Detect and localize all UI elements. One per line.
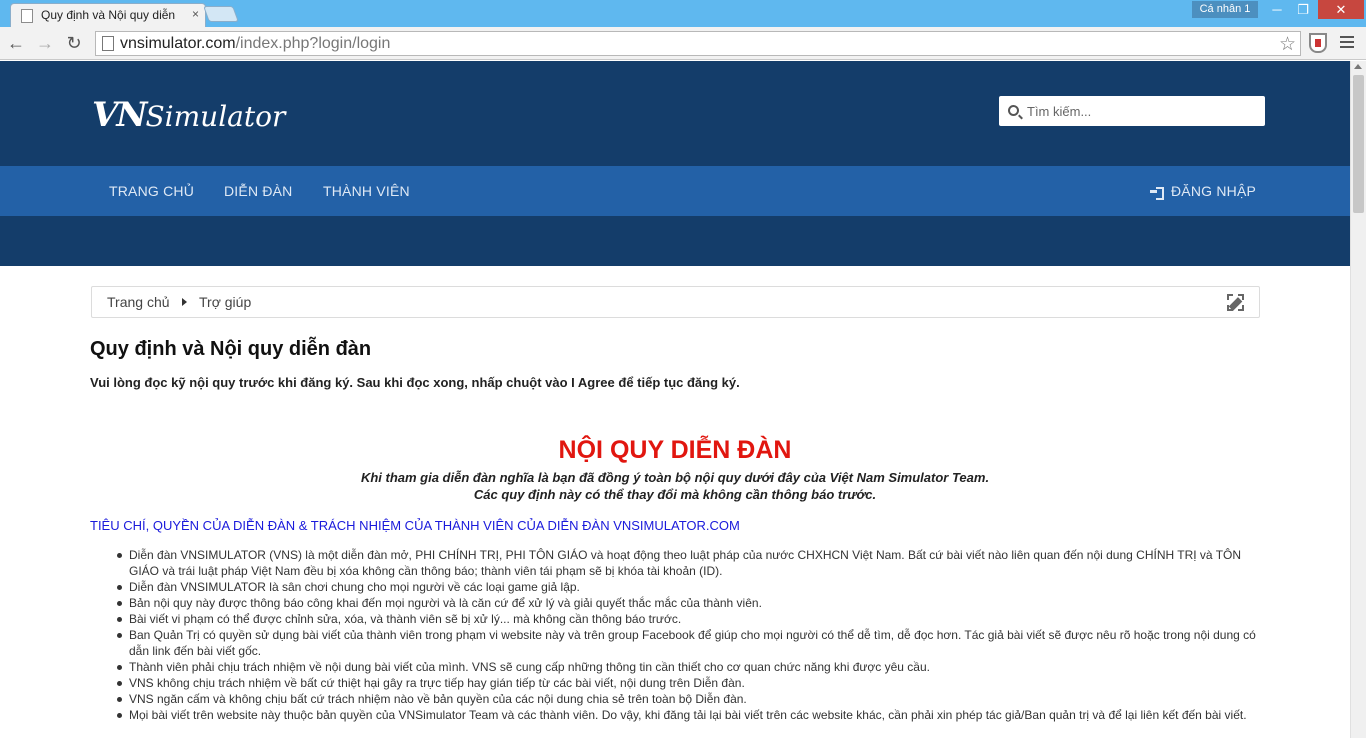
- bookmark-star-icon[interactable]: ☆: [1279, 33, 1296, 56]
- breadcrumb-arrow-icon: [182, 298, 187, 306]
- close-window-icon[interactable]: ✕: [1318, 0, 1364, 19]
- list-item: Mọi bài viết trên website này thuộc bản …: [117, 707, 1259, 723]
- rule-list: Diễn đàn VNSIMULATOR (VNS) là một diễn đ…: [117, 547, 1259, 723]
- list-item: Diễn đàn VNSIMULATOR (VNS) là một diễn đ…: [117, 547, 1259, 579]
- search-input[interactable]: [1027, 100, 1257, 122]
- list-item: Diễn đàn VNSIMULATOR là sân chơi chung c…: [117, 579, 1259, 595]
- rules-title: NỘI QUY DIỄN ĐÀN: [558, 436, 792, 464]
- url-host: vnsimulator.com: [120, 35, 236, 52]
- logo-simulator: Simulator: [145, 100, 286, 133]
- list-item: Ban Quản Trị có quyền sử dụng bài viết c…: [117, 627, 1259, 659]
- rules-subtitle-2: Các quy định này có thể thay đổi mà khôn…: [473, 487, 877, 502]
- page-favicon-icon: [21, 9, 33, 23]
- nav-home[interactable]: TRANG CHỦ: [109, 183, 194, 199]
- sub-nav-bar: [0, 216, 1350, 266]
- browser-tab-bar: Quy định và Nội quy diễn × Cá nhân 1 ─ ❐…: [0, 0, 1366, 27]
- forward-arrow-icon[interactable]: →: [34, 32, 56, 54]
- breadcrumb-help[interactable]: Trợ giúp: [199, 294, 251, 310]
- rules-subtitle-1: Khi tham gia diễn đàn nghĩa là bạn đã đồ…: [360, 470, 990, 485]
- browser-tab[interactable]: Quy định và Nội quy diễn ×: [10, 3, 206, 27]
- url-path: /index.php?login/login: [235, 35, 391, 52]
- list-item: Bài viết vi phạm có thể được chỉnh sửa, …: [117, 611, 1259, 627]
- reload-icon[interactable]: ↻: [63, 32, 85, 54]
- breadcrumb-home[interactable]: Trang chủ: [107, 294, 170, 310]
- logo-vn: VN: [92, 95, 147, 135]
- list-item: VNS không chịu trách nhiệm về bất cứ thi…: [117, 675, 1259, 691]
- profile-button[interactable]: Cá nhân 1: [1192, 1, 1258, 18]
- address-bar[interactable]: vnsimulator.com/index.php?login/login ☆: [95, 31, 1301, 56]
- nav-login-label: ĐĂNG NHẬP: [1171, 183, 1257, 199]
- site-header: VNSimulator: [0, 61, 1350, 166]
- browser-toolbar: ← → ↻ vnsimulator.com/index.php?login/lo…: [0, 27, 1366, 60]
- nav-members[interactable]: THÀNH VIÊN: [323, 183, 410, 199]
- url-text[interactable]: vnsimulator.com/index.php?login/login: [120, 35, 390, 53]
- section-heading: TIÊU CHÍ, QUYỀN CỦA DIỄN ĐÀN & TRÁCH NHI…: [90, 518, 740, 533]
- breadcrumb: Trang chủ Trợ giúp: [91, 286, 1260, 318]
- minimize-icon[interactable]: ─: [1264, 0, 1290, 19]
- site-logo[interactable]: VNSimulator: [92, 95, 285, 135]
- tab-close-icon[interactable]: ×: [192, 7, 199, 21]
- search-icon: [1008, 105, 1019, 116]
- search-box: [999, 96, 1265, 126]
- tab-title: Quy định và Nội quy diễn: [41, 8, 176, 22]
- scroll-thumb[interactable]: [1353, 75, 1364, 213]
- list-item: VNS ngăn cấm và không chịu bất cứ trách …: [117, 691, 1259, 707]
- maximize-icon[interactable]: ❐: [1290, 0, 1316, 19]
- sign-in-icon: [1150, 186, 1164, 200]
- page-title: Quy định và Nội quy diễn đàn: [90, 338, 372, 360]
- back-arrow-icon[interactable]: ←: [5, 32, 27, 54]
- browser-menu-icon[interactable]: [1340, 36, 1354, 48]
- list-item: Bản nội quy này được thông báo công khai…: [117, 595, 1259, 611]
- page-scrollbar[interactable]: [1350, 61, 1366, 738]
- intro-text: Vui lòng đọc kỹ nội quy trước khi đăng k…: [90, 375, 740, 390]
- fullscreen-expand-icon[interactable]: [1227, 294, 1244, 311]
- extension-shield-icon[interactable]: [1309, 33, 1327, 53]
- new-tab-button[interactable]: [203, 6, 239, 22]
- page-icon: [102, 36, 114, 51]
- nav-forums[interactable]: DIỄN ĐÀN: [224, 183, 293, 199]
- main-nav: TRANG CHỦ DIỄN ĐÀN THÀNH VIÊN ĐĂNG NHẬP: [0, 166, 1350, 216]
- list-item: Thành viên phải chịu trách nhiệm về nội …: [117, 659, 1259, 675]
- nav-login[interactable]: ĐĂNG NHẬP: [1150, 183, 1257, 200]
- scroll-up-arrow-icon[interactable]: [1354, 64, 1362, 69]
